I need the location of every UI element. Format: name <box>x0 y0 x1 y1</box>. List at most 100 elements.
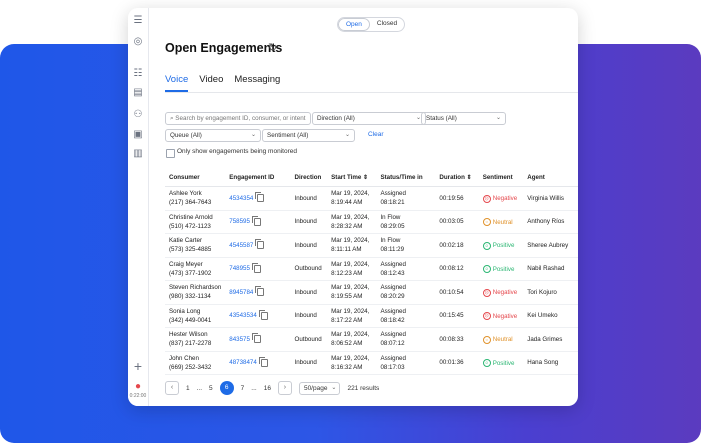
col-agent[interactable]: Agent <box>523 168 578 187</box>
page-5[interactable]: 5 <box>209 385 213 392</box>
sentiment-positive-icon: ☺ <box>482 265 491 273</box>
consumer-cell: John Chen (669) 252-3432 <box>165 351 226 375</box>
list-icon[interactable]: ☷ <box>132 68 144 80</box>
sentiment-cell: ☹ Negative <box>478 304 524 328</box>
col-status[interactable]: Status/Time in <box>376 168 436 187</box>
copy-icon[interactable] <box>258 356 268 367</box>
status-cell: In Flow 08:11:29 <box>376 233 436 258</box>
page-7[interactable]: 7 <box>241 385 245 392</box>
table-row[interactable]: Sonia Long (342) 449-0041 43543534 Inbound M… <box>165 304 578 328</box>
engagement-id-link[interactable]: 748955 <box>229 265 250 272</box>
engagement-id-link[interactable]: 8945784 <box>229 289 253 296</box>
copy-icon[interactable] <box>255 286 265 297</box>
sentiment-positive-icon: ☺ <box>482 359 491 367</box>
sentiment-select[interactable]: Sentiment (All) ⌄ <box>262 129 355 142</box>
search-input[interactable]: ⌕ Search by engagement ID, consumer, or … <box>165 112 311 125</box>
tab-voice[interactable]: Voice <box>165 74 189 92</box>
start-time-cell: Mar 19, 2024, 8:28:32 AM <box>327 210 377 234</box>
engagement-id-link[interactable]: 43543534 <box>229 312 257 319</box>
results-count: 221 results <box>347 384 380 392</box>
menu-icon[interactable]: ☰ <box>132 15 144 27</box>
page-6-current[interactable]: 6 <box>219 381 234 395</box>
col-start-time[interactable]: Start Time ⇕ <box>327 168 377 187</box>
chevron-down-icon: ⌄ <box>250 132 256 138</box>
engagement-id-cell: 4545587 <box>225 233 291 258</box>
monitored-checkbox[interactable] <box>166 149 175 158</box>
table-row[interactable]: Katie Carter (573) 325-4885 4545587 Inbound… <box>165 233 578 258</box>
engagement-id-cell: 748955 <box>225 257 291 281</box>
eye-icon[interactable]: ◎ <box>132 36 144 48</box>
page-1[interactable]: 1 <box>186 385 190 392</box>
table-row[interactable]: Craig Meyer (473) 377-1902 748955 Outbound M… <box>165 257 578 281</box>
search-icon: ⌕ <box>170 115 174 122</box>
engagement-id-link[interactable]: 758595 <box>229 218 250 225</box>
queue-select[interactable]: Queue (All) ⌄ <box>165 129 261 142</box>
status-cell: Assigned 08:12:43 <box>376 257 436 281</box>
duration-cell: 00:02:18 <box>435 233 479 258</box>
table-header-row: Consumer Engagement ID Direction Start T… <box>165 168 578 187</box>
page-16[interactable]: 16 <box>264 385 271 392</box>
closed-toggle[interactable]: Closed <box>370 18 404 31</box>
table-row[interactable]: Ashlee York (217) 364-7643 4534354 Inbound M… <box>165 186 578 211</box>
prev-page-button[interactable]: ‹ <box>165 381 179 395</box>
copy-icon[interactable] <box>255 192 265 203</box>
engagement-id-link[interactable]: 4534354 <box>229 195 253 202</box>
sentiment-negative-icon: ☹ <box>482 312 491 320</box>
next-page-button[interactable]: › <box>277 381 292 395</box>
copy-icon[interactable] <box>251 215 261 226</box>
copy-icon[interactable] <box>251 333 261 344</box>
engagement-id-link[interactable]: 4545587 <box>229 242 253 249</box>
copy-icon[interactable] <box>258 309 268 320</box>
copy-icon[interactable] <box>251 262 261 273</box>
engagement-id-cell: 843575 <box>225 327 291 352</box>
start-time-cell: Mar 19, 2024, 8:19:55 AM <box>327 280 377 305</box>
pagination: ‹ 1 ... 5 6 7 ... 16 › 50/page ⌄ 221 resu… <box>165 381 379 395</box>
sentiment-badge: ○ Neutral <box>482 218 513 227</box>
status-cell: Assigned 08:18:21 <box>376 186 436 211</box>
start-time-cell: Mar 19, 2024, 8:06:52 AM <box>327 327 377 352</box>
table-row[interactable]: Steven Richardson (980) 332-1134 8945784 In… <box>165 280 578 305</box>
open-closed-toggle: Open Closed <box>337 17 406 32</box>
duration-cell: 00:08:33 <box>435 327 479 352</box>
printer-icon[interactable]: ▤ <box>132 87 144 99</box>
refresh-icon[interactable]: ↻ <box>268 41 277 54</box>
copy-icon[interactable] <box>255 239 265 250</box>
users-icon[interactable]: ⚇ <box>132 109 144 121</box>
agent-cell: Tori Kojuro <box>523 280 578 305</box>
col-direction[interactable]: Direction <box>290 168 328 187</box>
status-cell: Assigned 08:17:03 <box>376 351 436 375</box>
tab-messaging[interactable]: Messaging <box>234 74 280 92</box>
bar-chart-icon[interactable]: ▥ <box>132 148 144 160</box>
plus-icon[interactable]: + <box>132 359 144 373</box>
sentiment-cell: ☹ Negative <box>478 186 524 211</box>
engagement-id-link[interactable]: 48738474 <box>229 359 257 366</box>
col-engagement-id[interactable]: Engagement ID <box>225 168 291 187</box>
clear-filters-link[interactable]: Clear <box>368 131 384 138</box>
page-ellipsis: ... <box>251 384 257 392</box>
status-select[interactable]: Status (All) ⌄ <box>421 112 506 125</box>
sentiment-cell: ○ Neutral <box>478 210 524 234</box>
calendar-icon[interactable]: ▣ <box>132 129 144 141</box>
table-row[interactable]: John Chen (669) 252-3432 48738474 Inbound Ma… <box>165 351 578 375</box>
sentiment-positive-icon: ☺ <box>482 241 491 250</box>
sentiment-badge: ○ Neutral <box>482 335 513 344</box>
end-call-icon[interactable]: ● <box>132 381 144 393</box>
col-duration[interactable]: Duration ⇕ <box>435 168 479 187</box>
sort-icon: ⇕ <box>466 173 472 181</box>
table-row[interactable]: Hester Wilson (837) 217-2278 843575 Outboun… <box>165 327 578 352</box>
col-consumer[interactable]: Consumer <box>165 168 226 187</box>
rail-timer: 0:22:00 <box>129 393 147 399</box>
sentiment-negative-icon: ☹ <box>482 288 491 297</box>
direction-cell: Inbound <box>290 351 328 375</box>
duration-cell: 00:19:56 <box>435 186 479 211</box>
agent-cell: Virginia Willis <box>523 186 578 211</box>
table-row[interactable]: Christine Arnold (510) 472-1123 758595 Inbo… <box>165 210 578 234</box>
tab-video[interactable]: Video <box>199 74 223 92</box>
page-title: Open Engagements <box>165 41 283 55</box>
left-nav-rail: ☰ ◎ ☷ ▤ ⚇ ▣ ▥ + ● 0:22:00 <box>128 8 149 406</box>
col-sentiment[interactable]: Sentiment <box>478 168 524 187</box>
per-page-select[interactable]: 50/page ⌄ <box>298 381 341 395</box>
open-toggle[interactable]: Open <box>338 18 370 31</box>
direction-select[interactable]: Direction (All) ⌄ <box>312 112 426 125</box>
engagement-id-link[interactable]: 843575 <box>229 336 250 343</box>
